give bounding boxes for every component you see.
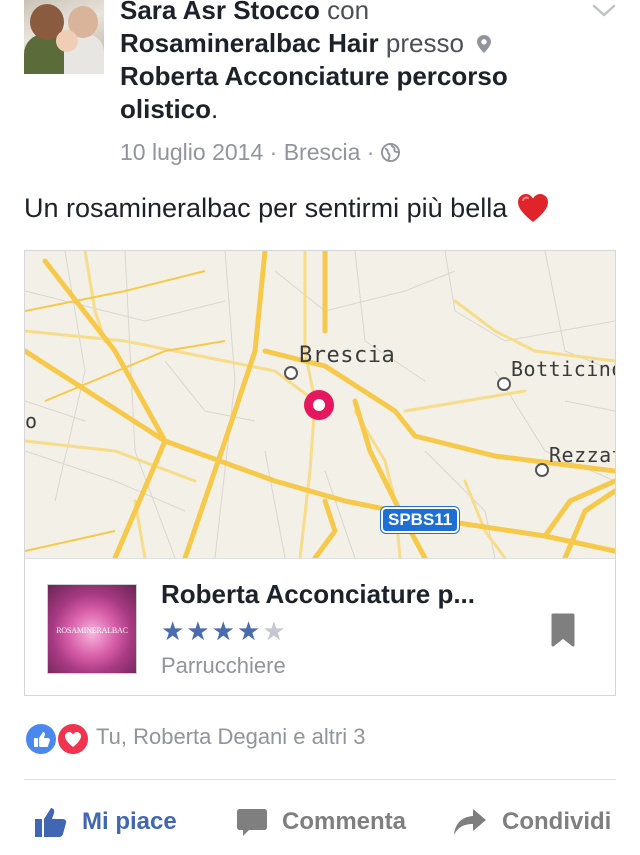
- author-avatar[interactable]: [24, 0, 104, 74]
- meta-separator-2: ·: [366, 139, 375, 165]
- comment-button[interactable]: Commenta: [236, 802, 406, 842]
- tagged-person[interactable]: Rosamineralbac Hair: [120, 28, 379, 58]
- post-text: Un rosamineralbac per sentirmi più bella: [24, 193, 549, 224]
- stars-empty: ★: [262, 616, 288, 646]
- heart-emoji: [517, 194, 548, 222]
- post-date[interactable]: 10 luglio 2014: [120, 139, 263, 165]
- place-name[interactable]: Roberta Acconciature p...: [161, 579, 475, 610]
- thumb-logo-text: ROSAMINERALBAC: [56, 626, 128, 635]
- share-arrow-icon: [454, 809, 486, 835]
- post-location[interactable]: Brescia: [284, 139, 361, 165]
- place-category: Parrucchiere: [161, 653, 286, 678]
- map-preview[interactable]: Brescia Botticino Rezzat o SPBS11: [25, 251, 615, 558]
- like-reaction-icon: [24, 722, 58, 756]
- post-body: Un rosamineralbac per sentirmi più bella: [24, 193, 508, 223]
- divider: [24, 779, 616, 780]
- share-label: Condividi: [502, 808, 612, 835]
- header-period: .: [211, 94, 219, 124]
- location-pin-icon: [477, 35, 492, 53]
- chevron-down-icon[interactable]: [592, 4, 616, 18]
- author-name[interactable]: Sara Asr Stocco: [120, 0, 320, 25]
- post-meta: 10 luglio 2014 · Brescia ·: [120, 139, 400, 166]
- bookmark-icon[interactable]: [551, 613, 575, 647]
- rating-stars: ★★★★★: [161, 616, 288, 647]
- at-word: presso: [385, 28, 464, 58]
- map-label-southeast: Rezzat: [549, 443, 615, 467]
- like-label: Mi piace: [82, 808, 177, 835]
- city-dot-botticino: [497, 377, 511, 391]
- comment-icon: [237, 809, 267, 836]
- checkin-place[interactable]: Roberta Acconciature percorso olistico: [120, 61, 508, 124]
- map-pin-icon[interactable]: [304, 390, 334, 420]
- with-word: con: [327, 0, 370, 25]
- thumbs-up-icon: [35, 808, 67, 837]
- place-card[interactable]: Brescia Botticino Rezzat o SPBS11 ROSAMI…: [24, 250, 616, 696]
- place-info[interactable]: ROSAMINERALBAC Roberta Acconciature p...…: [25, 558, 615, 695]
- city-dot-rezzato: [535, 463, 549, 477]
- map-label-east: Botticino: [511, 357, 616, 381]
- like-button[interactable]: Mi piace: [34, 802, 177, 842]
- globe-icon[interactable]: [380, 143, 400, 162]
- map-label-west: o: [25, 409, 38, 433]
- share-button[interactable]: Condividi: [452, 802, 611, 842]
- meta-separator: ·: [269, 139, 278, 165]
- city-dot-brescia: [284, 366, 298, 380]
- reactions-text[interactable]: Tu, Roberta Degani e altri 3: [96, 724, 365, 750]
- comment-label: Commenta: [282, 808, 407, 835]
- stars-filled: ★★★★: [161, 616, 263, 646]
- place-thumbnail[interactable]: ROSAMINERALBAC: [47, 584, 137, 674]
- map-label-city: Brescia: [299, 343, 396, 368]
- love-reaction-icon: [56, 722, 90, 756]
- road-shield: SPBS11: [379, 506, 461, 534]
- post-header: Sara Asr Stocco con Rosamineralbac Hair …: [120, 0, 590, 126]
